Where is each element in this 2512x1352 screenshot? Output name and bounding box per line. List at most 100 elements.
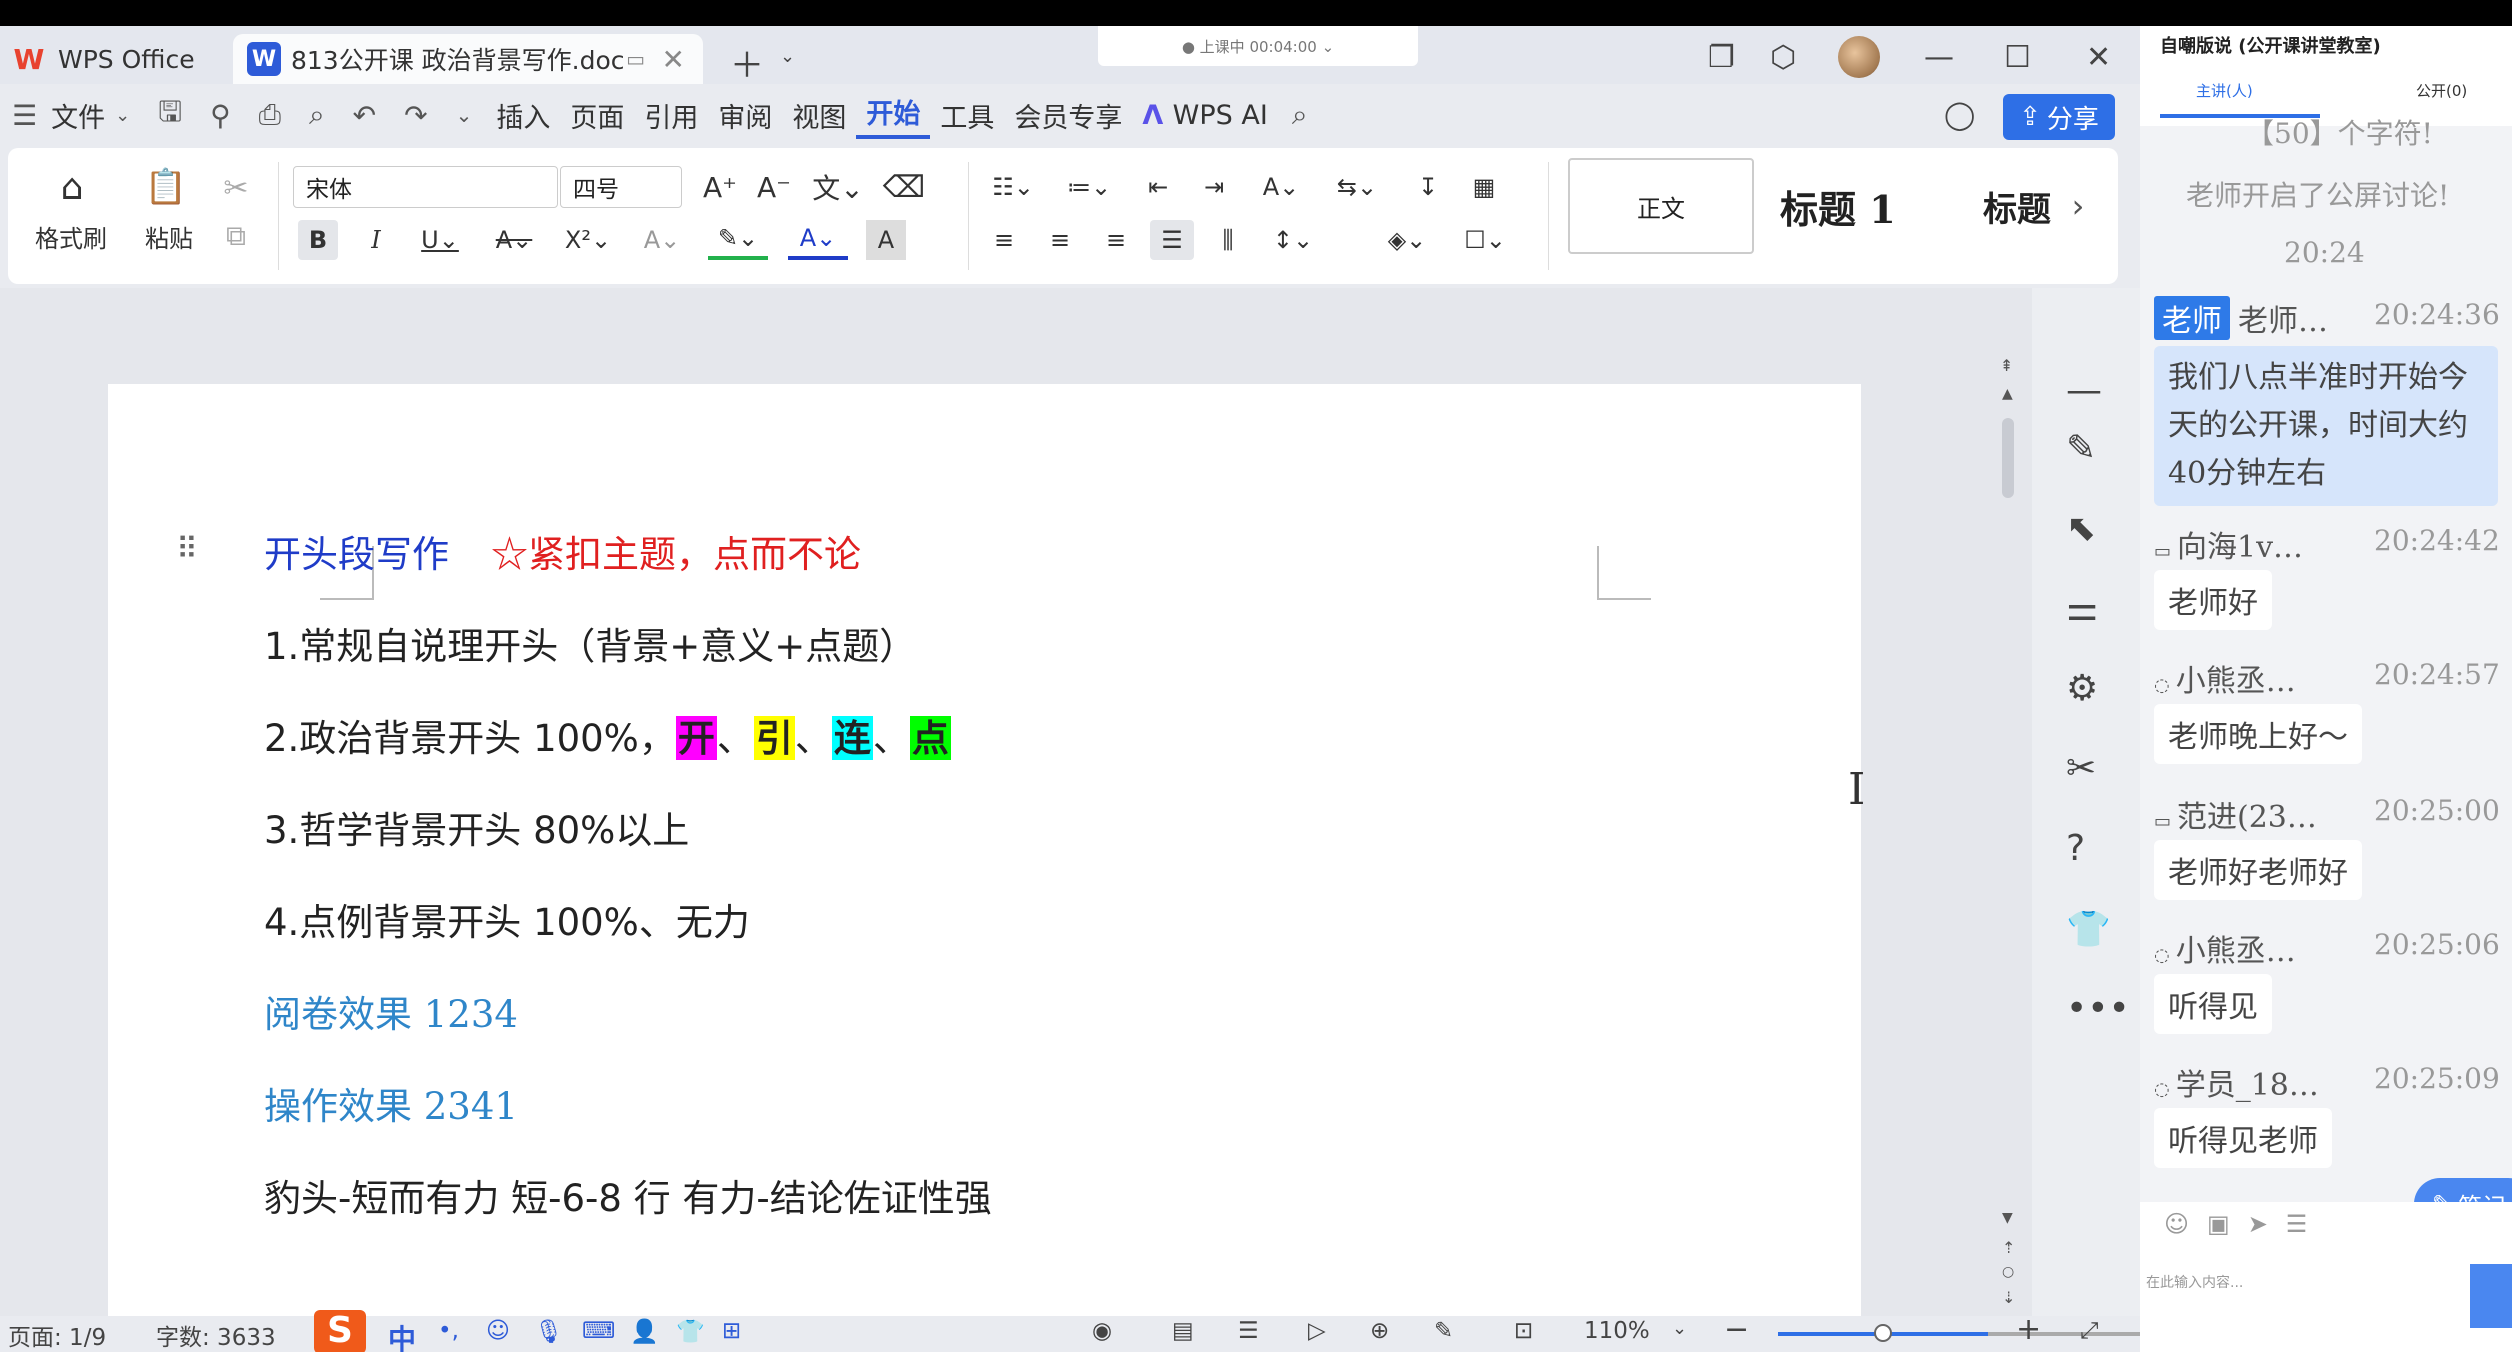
menu-wps-ai[interactable]: Ʌ WPS AI bbox=[1132, 100, 1277, 131]
page-view-icon[interactable]: ▤ bbox=[1172, 1318, 1194, 1344]
clear-format-icon[interactable]: ⌫ bbox=[882, 166, 926, 208]
tools-icon[interactable]: ✂ bbox=[2066, 748, 2096, 789]
chevron-down-icon[interactable]: ⌄ bbox=[780, 46, 795, 67]
line-spacing-icon[interactable]: ↕⌄ bbox=[1264, 220, 1322, 260]
skin-icon[interactable]: 👕 bbox=[676, 1318, 705, 1345]
style-normal[interactable]: 正文 bbox=[1568, 158, 1754, 254]
highlight-icon[interactable]: ✎⌄ bbox=[708, 220, 768, 260]
font-name-select[interactable]: 宋体 bbox=[293, 166, 558, 208]
numbered-list-icon[interactable]: ≔⌄ bbox=[1060, 166, 1118, 208]
zoom-level[interactable]: 110% bbox=[1584, 1318, 1650, 1344]
tab-public[interactable]: 公开(0) bbox=[2416, 80, 2467, 101]
minimize-icon[interactable]: — bbox=[1924, 40, 1954, 75]
zoom-in-icon[interactable]: + bbox=[2016, 1312, 2041, 1347]
cut-icon[interactable]: ✂ bbox=[216, 168, 256, 208]
menu-reference[interactable]: 引用 bbox=[634, 96, 708, 135]
next-page-icon[interactable]: ⇣ bbox=[2002, 1288, 2015, 1307]
window-layout-icon[interactable]: ❐ bbox=[1708, 40, 1735, 75]
menu-insert[interactable]: 插入 bbox=[486, 96, 560, 135]
justify-icon[interactable]: ☰ bbox=[1150, 220, 1194, 260]
fit-icon[interactable]: ⊡ bbox=[1514, 1318, 1533, 1344]
tab-document[interactable]: W 813公开课 政治背景写作.doc ▭ ✕ bbox=[233, 34, 703, 84]
zoom-slider-track[interactable] bbox=[1988, 1332, 2140, 1336]
drag-handle-icon[interactable]: ⠿ bbox=[176, 532, 198, 567]
scroll-down-icon[interactable]: ▼ bbox=[2002, 1210, 2013, 1226]
italic-icon[interactable]: I bbox=[356, 220, 396, 260]
search-icon[interactable]: ⌕ bbox=[1278, 98, 1322, 132]
punctuation-icon[interactable]: •, bbox=[438, 1318, 459, 1344]
save-icon[interactable]: 🖫 bbox=[144, 91, 196, 139]
print-preview-icon[interactable]: ⌕ bbox=[295, 98, 339, 132]
send-button[interactable] bbox=[2470, 1264, 2512, 1328]
sogou-ime-icon[interactable]: S bbox=[314, 1310, 366, 1352]
menu-page[interactable]: 页面 bbox=[560, 96, 634, 135]
char-shading-icon[interactable]: A bbox=[866, 220, 906, 260]
font-grow-icon[interactable]: A⁺ bbox=[698, 166, 742, 208]
border-icon[interactable]: ☐⌄ bbox=[1456, 220, 1514, 260]
hamburger-icon[interactable]: ☰ bbox=[0, 99, 51, 132]
collapse-icon[interactable]: — bbox=[2066, 370, 2102, 411]
paste-icon[interactable]: 📋 bbox=[136, 162, 196, 212]
paste-label[interactable]: 粘贴 bbox=[124, 216, 214, 256]
web-view-icon[interactable]: ⊕ bbox=[1370, 1318, 1389, 1344]
shading-icon[interactable]: ◈⌄ bbox=[1378, 220, 1436, 260]
menu-file[interactable]: 文件 bbox=[51, 96, 115, 135]
page-count[interactable]: 页面: 1/9 bbox=[8, 1318, 106, 1352]
increase-indent-icon[interactable]: ⇥ bbox=[1194, 166, 1234, 208]
chevron-right-icon[interactable]: › bbox=[2064, 158, 2092, 254]
find-icon[interactable]: ⚲ bbox=[196, 99, 245, 132]
font-size-select[interactable]: 四号 bbox=[560, 166, 682, 208]
prev-page-icon[interactable]: ⇡ bbox=[2002, 1238, 2015, 1257]
user-icon[interactable]: 👤 bbox=[630, 1318, 659, 1345]
close-window-icon[interactable]: ✕ bbox=[2086, 40, 2111, 75]
ime-mode[interactable]: 中 bbox=[388, 1318, 416, 1352]
play-icon[interactable]: ▷ bbox=[1308, 1318, 1326, 1344]
redo-icon[interactable]: ↷ bbox=[390, 99, 441, 132]
avatar[interactable] bbox=[1838, 36, 1880, 78]
table-icon[interactable]: ▦ bbox=[1464, 166, 1504, 208]
sort-icon[interactable]: ↧ bbox=[1408, 166, 1448, 208]
tab-wps-home[interactable]: W WPS Office bbox=[6, 34, 226, 84]
emoji-icon[interactable]: ☺ bbox=[486, 1318, 510, 1344]
pen-mode-icon[interactable]: ✎ bbox=[1434, 1318, 1453, 1344]
settings-sliders-icon[interactable]: ⚌ bbox=[2066, 588, 2098, 629]
align-left-icon[interactable]: ≡ bbox=[984, 220, 1024, 260]
copy-icon[interactable]: ⧉ bbox=[216, 216, 256, 256]
superscript-icon[interactable]: X²⌄ bbox=[558, 220, 618, 260]
bullet-list-icon[interactable]: ☷⌄ bbox=[984, 166, 1042, 208]
underline-icon[interactable]: U⌄ bbox=[412, 220, 468, 260]
cursor-select-icon[interactable]: ⬉ bbox=[2066, 508, 2096, 549]
monitor-icon[interactable]: ▭ bbox=[626, 47, 645, 71]
chat-tools-icons[interactable]: ☺▣➤☰ bbox=[2164, 1210, 2325, 1238]
chevron-down-icon[interactable]: ⌄ bbox=[115, 105, 144, 126]
outline-view-icon[interactable]: ☰ bbox=[1238, 1318, 1259, 1344]
new-tab-icon[interactable]: ＋ bbox=[730, 38, 764, 87]
tab-host[interactable]: 主讲(人) bbox=[2196, 80, 2253, 101]
text-effect-icon[interactable]: A⌄ bbox=[634, 220, 690, 260]
eye-protect-icon[interactable]: ◉ bbox=[1092, 1318, 1112, 1344]
keyboard-icon[interactable]: ⌨ bbox=[582, 1318, 615, 1344]
help-icon[interactable]: ? bbox=[2066, 828, 2085, 869]
more-icon[interactable]: ••• bbox=[2066, 988, 2130, 1029]
mic-icon[interactable]: 🎙 bbox=[534, 1318, 563, 1345]
share-button[interactable]: ⇪ 分享 bbox=[2003, 94, 2115, 140]
chevron-down-icon[interactable]: ⌄ bbox=[1672, 1318, 1687, 1339]
comment-icon[interactable]: ◯ bbox=[1944, 98, 1975, 131]
phonetic-icon[interactable]: 文⌄ bbox=[808, 166, 868, 208]
text-direction-icon[interactable]: A⌄ bbox=[1252, 166, 1310, 208]
format-painter-label[interactable]: 格式刷 bbox=[26, 216, 116, 256]
distribute-icon[interactable]: ⫼ bbox=[1208, 220, 1248, 260]
font-color-icon[interactable]: A⌄ bbox=[788, 220, 848, 260]
scroll-top-icon[interactable]: ⇞ bbox=[2000, 356, 2013, 375]
maximize-icon[interactable]: ☐ bbox=[2004, 40, 2031, 75]
style-heading-1[interactable]: 标题 1 bbox=[1780, 158, 1950, 254]
chat-input[interactable]: 在此输入内容... bbox=[2146, 1272, 2243, 1292]
menu-tools[interactable]: 工具 bbox=[930, 96, 1004, 135]
scroll-up-icon[interactable]: ▲ bbox=[2002, 386, 2013, 402]
align-center-icon[interactable]: ≡ bbox=[1040, 220, 1080, 260]
more-chevron-icon[interactable]: ⌄ bbox=[442, 103, 487, 127]
cube-icon[interactable]: ⬡ bbox=[1770, 40, 1796, 75]
menu-member[interactable]: 会员专享 bbox=[1004, 96, 1132, 135]
select-browse-icon[interactable]: ○ bbox=[2002, 1264, 2014, 1280]
menu-home[interactable]: 开始 bbox=[856, 92, 931, 139]
